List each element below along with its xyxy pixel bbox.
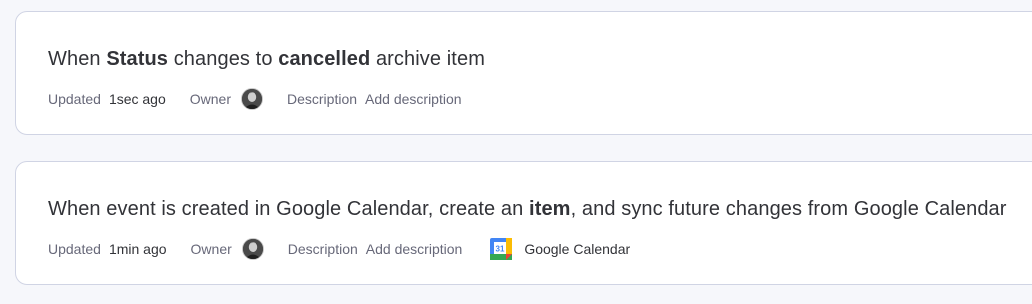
description-label: Description — [287, 241, 358, 257]
owner-avatar[interactable] — [241, 238, 264, 260]
recipe-text: changes to — [168, 48, 279, 70]
gcal-day-number: 31 — [496, 245, 505, 254]
google-calendar-icon: 31 — [490, 238, 513, 260]
add-description-button[interactable]: Add description — [366, 241, 463, 257]
recipe-text: When — [48, 48, 107, 70]
add-description-button[interactable]: Add description — [365, 91, 462, 107]
automation-recipe-title[interactable]: When event is created in Google Calendar… — [48, 198, 1007, 221]
automation-meta: Updated 1min ago Owner Description Add d… — [48, 237, 630, 261]
person-icon — [242, 89, 262, 109]
integration-name: Google Calendar — [524, 241, 631, 257]
recipe-column-status: Status — [106, 48, 169, 70]
recipe-text: archive item — [370, 48, 485, 70]
automation-meta: Updated 1sec ago Owner Description Add d… — [48, 87, 462, 111]
automation-card[interactable]: When Status changes to cancelled archive… — [15, 11, 1032, 135]
recipe-item-keyword: item — [529, 198, 571, 220]
updated-value: 1sec ago — [108, 91, 166, 107]
automation-card[interactable]: When event is created in Google Calendar… — [15, 161, 1032, 285]
person-icon — [242, 239, 263, 259]
updated-value: 1min ago — [108, 241, 167, 257]
updated-label: Updated — [48, 241, 101, 257]
owner-avatar[interactable] — [241, 88, 263, 110]
description-label: Description — [287, 91, 358, 107]
owner-label: Owner — [190, 241, 232, 257]
integration-badge: 31 Google Calendar — [490, 238, 630, 260]
owner-label: Owner — [189, 91, 231, 107]
recipe-text: When event is created in Google Calendar… — [48, 198, 530, 220]
recipe-text: , and sync future changes from Google Ca… — [570, 198, 1007, 220]
automation-recipe-title[interactable]: When Status changes to cancelled archive… — [48, 48, 485, 71]
updated-label: Updated — [48, 91, 101, 107]
recipe-status-value: cancelled — [278, 48, 371, 70]
